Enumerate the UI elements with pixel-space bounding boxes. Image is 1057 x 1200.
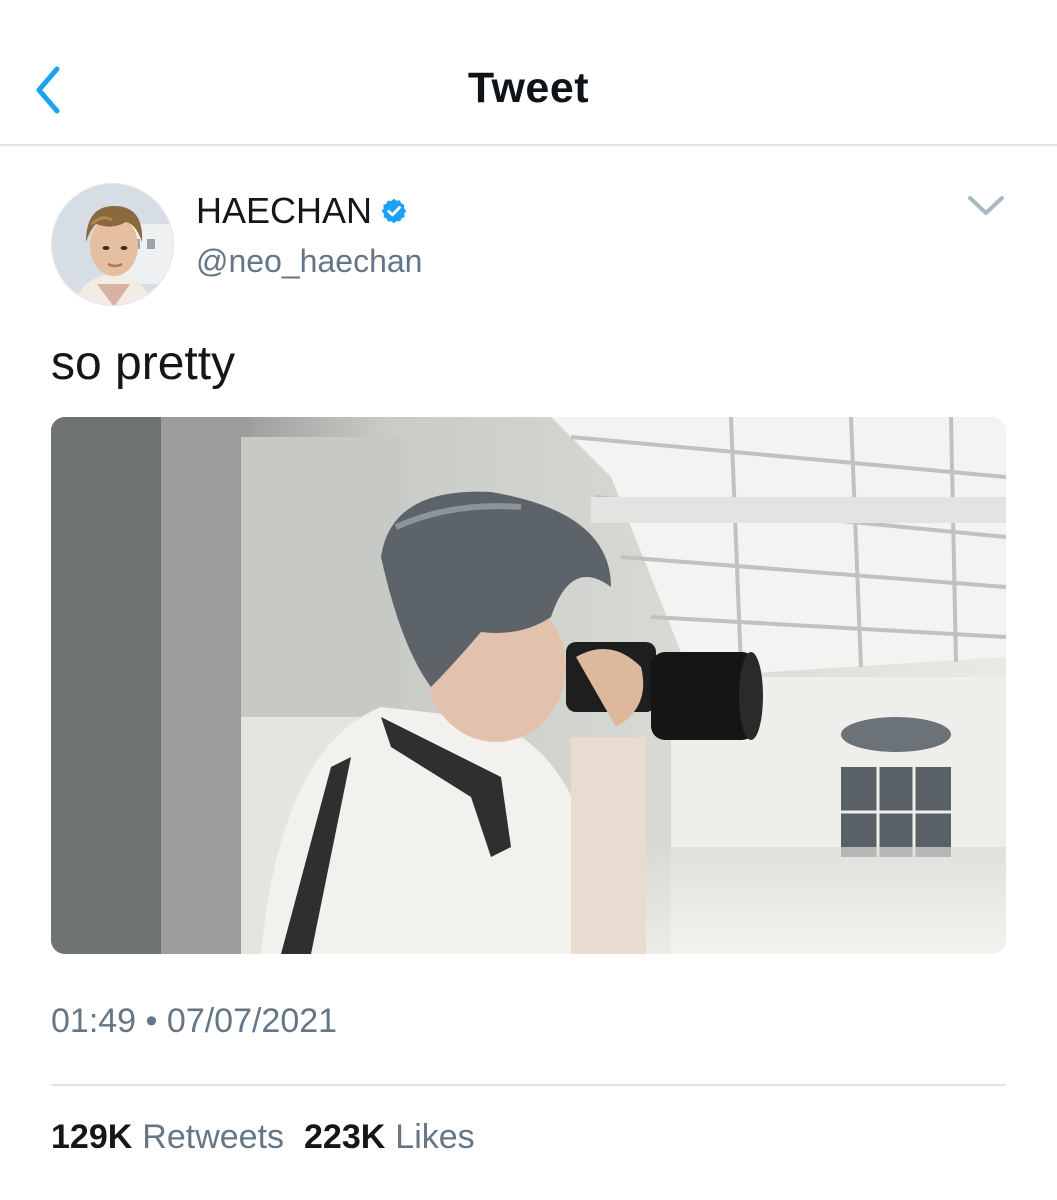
app-header: Tweet [0, 0, 1057, 146]
avatar-image [52, 184, 173, 305]
tweet-timestamp: 01:49 • 07/07/2021 [51, 1002, 337, 1041]
verified-badge-icon [381, 198, 407, 224]
retweets-label: Retweets [142, 1118, 285, 1156]
likes-count: 223K [304, 1118, 386, 1156]
tweet-media-photo[interactable] [51, 417, 1006, 954]
page-title: Tweet [467, 64, 590, 112]
tweet-date: 07/07/2021 [166, 1002, 338, 1040]
retweets-stat[interactable]: 129K Retweets [51, 1118, 284, 1157]
author-display-name: HAECHAN [196, 190, 373, 231]
tweet-stats: 129K Retweets 223K Likes [51, 1118, 475, 1157]
timestamp-separator: • [145, 1002, 158, 1040]
divider [51, 1084, 1006, 1086]
retweets-count: 129K [51, 1118, 133, 1156]
avatar[interactable] [51, 183, 174, 306]
more-options-button[interactable] [962, 188, 1010, 224]
author-handle[interactable]: @neo_haechan [196, 243, 422, 280]
likes-stat[interactable]: 223K Likes [304, 1118, 475, 1157]
author-name-row[interactable]: HAECHAN [196, 190, 408, 232]
likes-label: Likes [395, 1118, 475, 1156]
chevron-down-icon [968, 196, 1004, 215]
tweet-text: so pretty [51, 337, 236, 390]
tweet-time: 01:49 [51, 1002, 137, 1040]
photo-image [51, 417, 1006, 954]
